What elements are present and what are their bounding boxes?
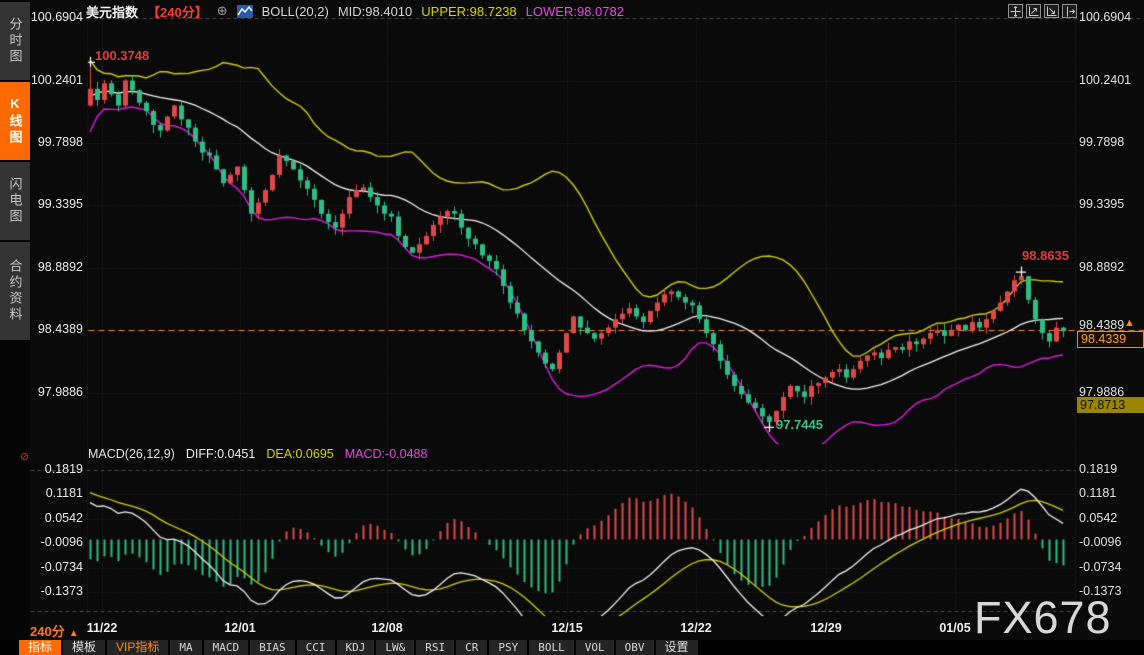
toolbar-item-boll[interactable]: BOLL bbox=[529, 640, 574, 655]
macd-axis-label: -0.0096 bbox=[1079, 535, 1121, 549]
price-axis-label: 100.2401 bbox=[30, 73, 83, 87]
date-tick: 12/01 bbox=[217, 621, 263, 635]
price-axis-label: 99.7898 bbox=[1079, 135, 1124, 149]
dropdown-arrow-icon: ▲ bbox=[69, 628, 79, 639]
trading-app-window: 分时图 K线图 闪电图 合约资料 美元指数 【240分】 ⊕ BOLL(20,2… bbox=[0, 0, 1144, 655]
symbol-name: 美元指数 bbox=[86, 2, 138, 21]
macd-axis-label: 0.1819 bbox=[1079, 462, 1117, 476]
toolbar-item-indicators[interactable]: 指标 bbox=[19, 640, 61, 655]
price-axis-label: 100.6904 bbox=[30, 10, 83, 24]
price-axis-label: 98.8892 bbox=[30, 260, 83, 274]
boll-indicator-label: BOLL(20,2) bbox=[262, 4, 329, 19]
date-tick: 12/29 bbox=[803, 621, 849, 635]
price-axis-label: 98.4389 bbox=[1079, 318, 1124, 332]
sidebar-tab-candlestick-chart[interactable]: K线图 bbox=[0, 82, 30, 160]
period-label: 【240分】 bbox=[147, 2, 208, 21]
zoom-out-axis-icon[interactable] bbox=[1044, 4, 1059, 18]
current-price-badge: 98.4339 bbox=[1077, 331, 1144, 348]
macd-hist-value: MACD:-0.0488 bbox=[345, 447, 428, 461]
price-up-arrow-icon: ▲ bbox=[1124, 317, 1135, 329]
price-axis-label: 99.7898 bbox=[30, 135, 83, 149]
annotation-swing-low: 97.7445 bbox=[776, 417, 823, 432]
price-axis-label: 98.8892 bbox=[1079, 260, 1124, 274]
macd-axis-label: 0.1181 bbox=[1079, 486, 1116, 500]
toolbar-item-psy[interactable]: PSY bbox=[489, 640, 527, 655]
sidebar-tab-lightning-chart[interactable]: 闪电图 bbox=[0, 162, 30, 240]
annotation-start-high: 100.3748 bbox=[95, 48, 149, 63]
date-tick: 11/22 bbox=[79, 621, 125, 635]
macd-axis-label: 0.1819 bbox=[30, 462, 83, 476]
left-sidebar: 分时图 K线图 闪电图 合约资料 bbox=[0, 0, 30, 640]
chart-header: 美元指数 【240分】 ⊕ BOLL(20,2) MID:98.4010 UPP… bbox=[86, 3, 624, 19]
chart-style-icon[interactable] bbox=[237, 5, 253, 18]
price-axis-label: 100.2401 bbox=[1079, 73, 1131, 87]
toolbar-item-lw[interactable]: LW& bbox=[376, 640, 414, 655]
macd-axis-label: -0.1373 bbox=[30, 584, 83, 598]
sidebar-tab-time-chart[interactable]: 分时图 bbox=[0, 2, 30, 80]
toolbar-item-vip[interactable]: VIP指标 bbox=[107, 640, 168, 655]
sidebar-tab-contract-info[interactable]: 合约资料 bbox=[0, 242, 30, 340]
macd-axis-label: 0.0542 bbox=[30, 511, 83, 525]
toolbar-item-kdj[interactable]: KDJ bbox=[337, 640, 375, 655]
toolbar-item-macd[interactable]: MACD bbox=[204, 640, 249, 655]
price-axis-label: 97.9886 bbox=[30, 385, 83, 399]
annotation-swing-high: 98.8635 bbox=[1022, 248, 1069, 263]
window-toolbar bbox=[1008, 4, 1077, 18]
macd-dea-value: DEA:0.0695 bbox=[266, 447, 333, 461]
macd-pane-icon[interactable]: ⊘ bbox=[20, 450, 29, 463]
macd-axis-label: 0.0542 bbox=[1079, 511, 1117, 525]
macd-title: MACD(26,12,9) bbox=[88, 447, 175, 461]
toolbar-item-rsi[interactable]: RSI bbox=[416, 640, 454, 655]
price-axis-label: 99.3395 bbox=[30, 197, 83, 211]
macd-diff-value: DIFF:0.0451 bbox=[186, 447, 255, 461]
macd-axis-label: -0.0734 bbox=[1079, 560, 1121, 574]
toolbar-item-obv[interactable]: OBV bbox=[616, 640, 654, 655]
indicator-toolbar: 指标 模板 VIP指标 MA MACD BIAS CCI KDJ LW& RSI… bbox=[0, 640, 1144, 655]
date-tick: 01/05 bbox=[932, 621, 978, 635]
toolbar-item-bias[interactable]: BIAS bbox=[250, 640, 295, 655]
toolbar-item-vol[interactable]: VOL bbox=[576, 640, 614, 655]
macd-axis-label: 0.1181 bbox=[30, 486, 83, 500]
toolbar-item-cci[interactable]: CCI bbox=[297, 640, 335, 655]
toolbar-item-ma[interactable]: MA bbox=[170, 640, 201, 655]
date-tick: 12/08 bbox=[364, 621, 410, 635]
price-axis-label: 100.6904 bbox=[1079, 10, 1131, 24]
macd-header: MACD(26,12,9) DIFF:0.0451 DEA:0.0695 MAC… bbox=[88, 447, 427, 461]
price-axis-label: 98.4389 bbox=[30, 322, 83, 336]
date-tick: 12/15 bbox=[544, 621, 590, 635]
compare-icon[interactable]: ⊕ bbox=[217, 3, 228, 19]
lower-band-price-badge: 97.8713 bbox=[1077, 397, 1144, 413]
boll-lower-value: LOWER:98.0782 bbox=[526, 4, 624, 19]
price-axis-label: 99.3395 bbox=[1079, 197, 1124, 211]
zoom-in-axis-icon[interactable] bbox=[1026, 4, 1041, 18]
boll-upper-value: UPPER:98.7238 bbox=[421, 4, 516, 19]
toolbar-item-templates[interactable]: 模板 bbox=[63, 640, 105, 655]
move-chart-icon[interactable] bbox=[1008, 4, 1023, 18]
exit-pane-icon[interactable] bbox=[1062, 4, 1077, 18]
macd-axis-label: -0.0096 bbox=[30, 535, 83, 549]
period-selector[interactable]: 240分 ▲ bbox=[30, 621, 79, 640]
main-chart-canvas[interactable] bbox=[0, 0, 1144, 655]
date-tick: 12/22 bbox=[673, 621, 719, 635]
toolbar-item-settings[interactable]: 设置 bbox=[656, 640, 698, 655]
boll-mid-value: MID:98.4010 bbox=[338, 4, 412, 19]
period-selector-label: 240分 bbox=[30, 624, 65, 639]
macd-axis-label: -0.1373 bbox=[1079, 584, 1121, 598]
macd-axis-label: -0.0734 bbox=[30, 560, 83, 574]
toolbar-item-cr[interactable]: CR bbox=[456, 640, 487, 655]
